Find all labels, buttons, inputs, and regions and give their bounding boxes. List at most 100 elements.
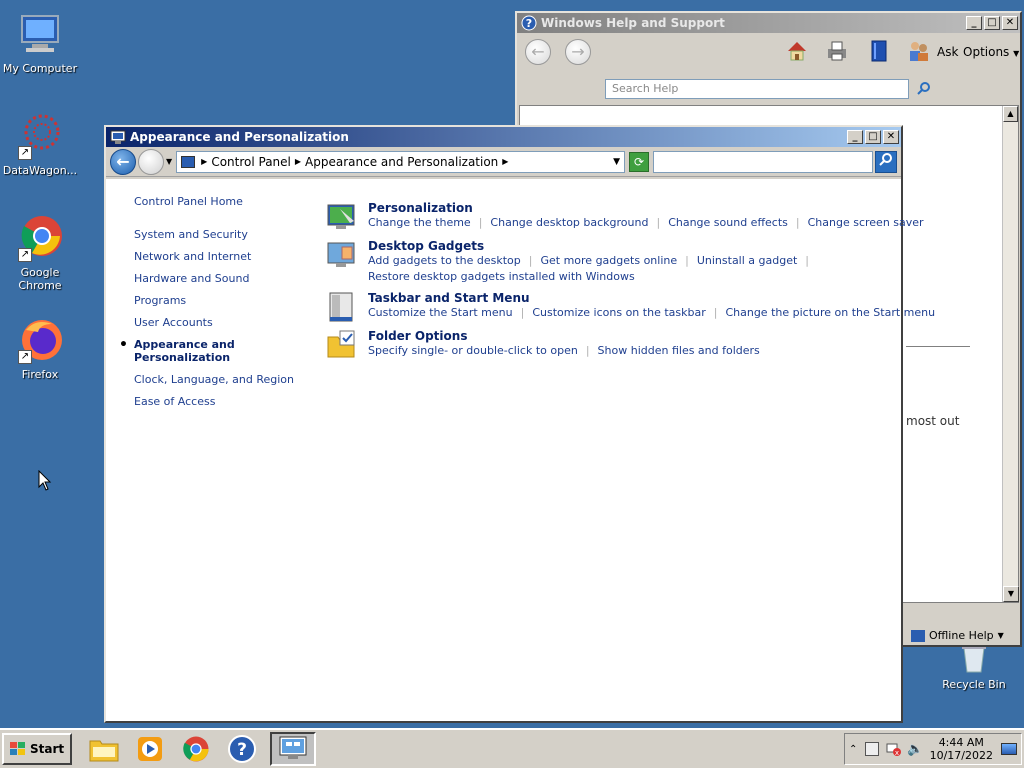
gadgets-icon: [326, 239, 358, 271]
cp-back-button[interactable]: ←: [110, 148, 136, 175]
address-dropdown-icon[interactable]: ▼: [613, 157, 620, 167]
help-divider: [906, 346, 970, 347]
cp-forward-button[interactable]: [138, 148, 164, 175]
nav-network-and-internet[interactable]: Network and Internet: [134, 250, 304, 263]
network-status-icon[interactable]: x: [885, 742, 902, 757]
link-change-start-picture[interactable]: Change the picture on the Start menu: [725, 306, 935, 319]
link-change-theme[interactable]: Change the theme: [368, 216, 471, 229]
taskbar-chrome-button[interactable]: [178, 732, 214, 766]
help-ask-label[interactable]: Ask: [937, 45, 958, 59]
taskbar-control-panel-button[interactable]: [270, 732, 317, 766]
start-button[interactable]: Start: [2, 733, 73, 765]
category-title[interactable]: Desktop Gadgets: [368, 239, 484, 253]
cp-close-button[interactable]: ✕: [883, 130, 899, 144]
cp-minimize-button[interactable]: _: [847, 130, 863, 144]
desktop-icon-datawagon[interactable]: ↗ DataWagon...: [0, 112, 80, 177]
category-title[interactable]: Folder Options: [368, 329, 467, 343]
breadcrumb-appearance[interactable]: Appearance and Personalization: [305, 155, 498, 169]
show-desktop-icon[interactable]: [1001, 743, 1017, 755]
link-change-screen-saver[interactable]: Change screen saver: [808, 216, 924, 229]
nav-user-accounts[interactable]: User Accounts: [134, 316, 304, 329]
tray-clock[interactable]: 4:44 AM 10/17/2022: [930, 736, 993, 762]
chevron-down-icon: ▼: [1013, 49, 1020, 58]
action-center-icon[interactable]: [865, 742, 880, 756]
link-change-sound-effects[interactable]: Change sound effects: [668, 216, 788, 229]
volume-icon[interactable]: 🔈: [907, 742, 923, 757]
nav-programs[interactable]: Programs: [134, 294, 304, 307]
desktop-icon-label: My Computer: [2, 62, 78, 75]
desktop-icon-my-computer[interactable]: My Computer: [0, 10, 80, 75]
scroll-down-arrow-icon[interactable]: ▼: [1003, 586, 1019, 602]
folder-options-icon: [326, 329, 358, 361]
breadcrumb-chevron-icon[interactable]: ▶: [201, 157, 207, 166]
desktop-icon-firefox[interactable]: ↗ Firefox: [0, 316, 80, 381]
control-panel-window[interactable]: Appearance and Personalization _ □ ✕ ← ▼…: [104, 125, 935, 723]
help-partial-text: most out: [906, 414, 960, 428]
help-search-icon[interactable]: [917, 81, 931, 95]
desktop-icon-google-chrome[interactable]: ↗ Google Chrome: [0, 214, 80, 292]
cp-maximize-button[interactable]: □: [865, 130, 881, 144]
category-title[interactable]: Taskbar and Start Menu: [368, 291, 530, 305]
taskbar-media-player-button[interactable]: [132, 732, 168, 766]
help-toolbar: ← → Ask Options ▼: [517, 33, 1020, 85]
recent-pages-chevron-icon[interactable]: ▼: [166, 157, 172, 166]
help-back-button[interactable]: ←: [525, 39, 551, 65]
control-panel-icon: [110, 129, 126, 145]
category-links: Customize the Start menu | Customize icons…: [368, 306, 936, 319]
show-hidden-icons-chevron-icon[interactable]: ⌃: [849, 744, 857, 755]
nav-hardware-and-sound[interactable]: Hardware and Sound: [134, 272, 304, 285]
link-change-desktop-background[interactable]: Change desktop background: [490, 216, 648, 229]
datawagon-icon: ↗: [16, 112, 64, 160]
help-forward-button[interactable]: →: [565, 39, 591, 65]
desktop-icon-label: Google Chrome: [18, 266, 62, 292]
link-customize-start-menu[interactable]: Customize the Start menu: [368, 306, 513, 319]
help-search-input[interactable]: Search Help: [605, 79, 909, 99]
taskbar: Start ? ⌃ x 🔈 4:44 AM 10/17/2022: [0, 728, 1024, 768]
breadcrumb-chevron-icon[interactable]: ▶: [502, 157, 508, 166]
cp-search-button[interactable]: [875, 150, 897, 173]
my-computer-icon: [16, 10, 64, 58]
clock-date: 10/17/2022: [929, 749, 993, 762]
offline-help-button[interactable]: Offline Help ▼: [911, 629, 1004, 642]
cp-address-bar[interactable]: ▶ Control Panel ▶ Appearance and Persona…: [176, 150, 625, 173]
desktop-icon-label: DataWagon...: [2, 164, 78, 177]
help-options-menu[interactable]: Options ▼: [963, 45, 1019, 59]
breadcrumb-control-panel[interactable]: Control Panel: [211, 155, 291, 169]
help-ask-icon[interactable]: [907, 39, 931, 63]
svg-text:?: ?: [526, 17, 532, 30]
help-browse-icon[interactable]: [867, 39, 891, 63]
nav-control-panel-home[interactable]: Control Panel Home: [134, 195, 304, 208]
link-restore-gadgets[interactable]: Restore desktop gadgets installed with W…: [368, 270, 635, 283]
help-home-icon[interactable]: [785, 39, 809, 63]
link-single-double-click[interactable]: Specify single- or double-click to open: [368, 344, 578, 357]
desktop-icon-label: Recycle Bin: [942, 678, 1006, 691]
scroll-up-arrow-icon[interactable]: ▲: [1003, 106, 1018, 122]
help-maximize-button[interactable]: □: [984, 16, 1000, 30]
link-customize-taskbar-icons[interactable]: Customize icons on the taskbar: [532, 306, 705, 319]
refresh-button[interactable]: ⟳: [629, 151, 649, 172]
help-scrollbar[interactable]: ▲ ▼: [1002, 106, 1019, 602]
category-title[interactable]: Personalization: [368, 201, 473, 215]
cp-search-input[interactable]: [653, 150, 873, 173]
nav-system-and-security[interactable]: System and Security: [134, 228, 304, 241]
chrome-icon: ↗: [16, 214, 64, 262]
nav-appearance-and-personalization[interactable]: Appearance and Personalization: [119, 337, 254, 364]
help-window-title: Windows Help and Support: [541, 16, 725, 30]
help-print-icon[interactable]: [825, 39, 849, 63]
taskbar-explorer-button[interactable]: [86, 732, 122, 766]
help-minimize-button[interactable]: _: [966, 16, 982, 30]
help-titlebar[interactable]: ? Windows Help and Support _ □ ✕: [517, 13, 1020, 33]
help-close-button[interactable]: ✕: [1002, 16, 1018, 30]
nav-clock-language-region[interactable]: Clock, Language, and Region: [134, 373, 304, 386]
start-label: Start: [30, 742, 65, 756]
breadcrumb-chevron-icon[interactable]: ▶: [295, 157, 301, 166]
link-uninstall-gadget[interactable]: Uninstall a gadget: [697, 254, 797, 267]
desktop-icon-recycle-bin[interactable]: Recycle Bin: [934, 646, 1014, 691]
link-add-gadgets[interactable]: Add gadgets to the desktop: [368, 254, 521, 267]
cp-titlebar[interactable]: Appearance and Personalization _ □ ✕: [106, 127, 901, 147]
help-question-icon: ?: [521, 15, 537, 31]
taskbar-help-button[interactable]: ?: [224, 732, 260, 766]
nav-ease-of-access[interactable]: Ease of Access: [134, 395, 304, 408]
link-get-more-gadgets[interactable]: Get more gadgets online: [540, 254, 677, 267]
link-show-hidden-files[interactable]: Show hidden files and folders: [598, 344, 760, 357]
